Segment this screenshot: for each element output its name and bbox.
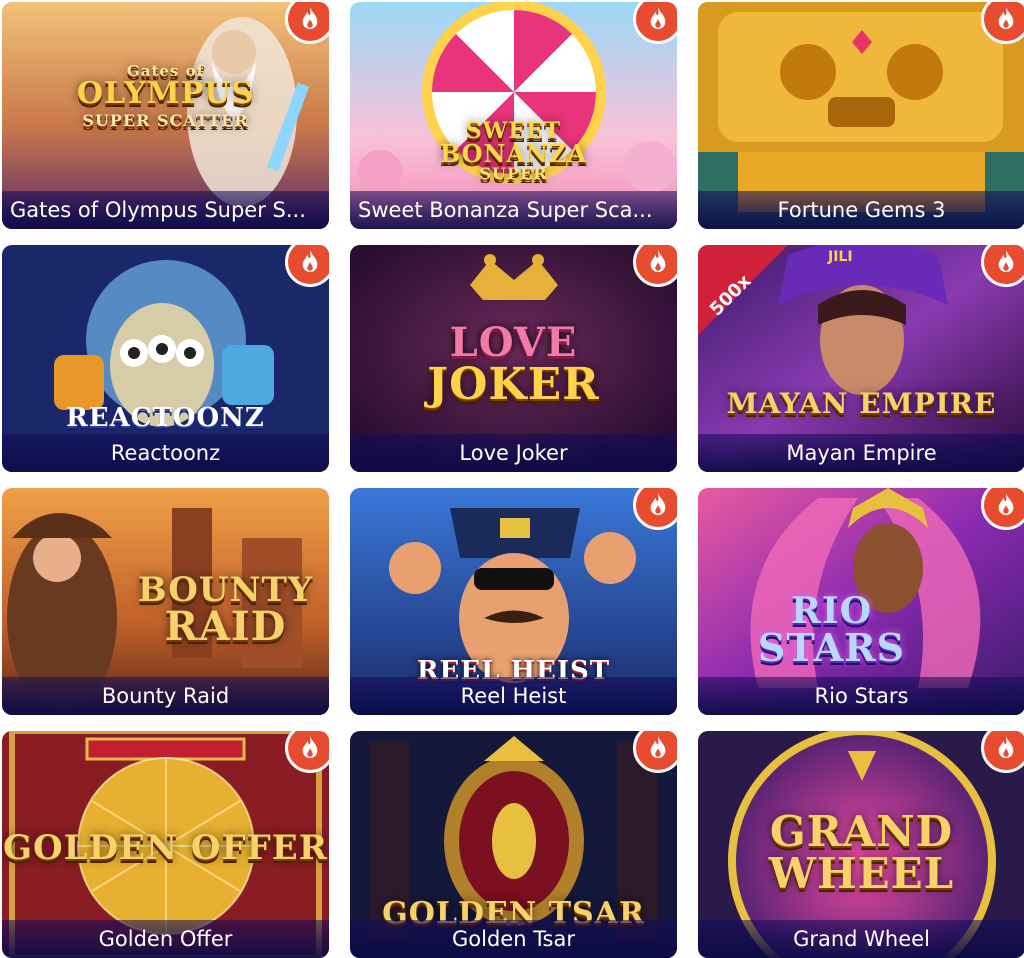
game-title: Grand Wheel <box>793 927 930 951</box>
game-tile-mayan-empire[interactable]: 500x JILI MAYAN EMPIRE Mayan Empire <box>698 245 1024 472</box>
flame-icon <box>650 250 666 273</box>
game-tile-bounty-raid[interactable]: BOUNTY RAID Bounty Raid <box>2 488 329 715</box>
game-title-bar: Bounty Raid <box>2 677 329 715</box>
game-tile-sweet-bonanza[interactable]: SWEET BONANZA SUPER Sweet Bonanza Super … <box>350 2 677 229</box>
flame-icon <box>998 250 1014 273</box>
game-tile-love-joker[interactable]: LOVE JOKER Love Joker <box>350 245 677 472</box>
game-title-bar: Reel Heist <box>350 677 677 715</box>
game-tile-golden-tsar[interactable]: GOLDEN TSAR Golden Tsar <box>350 731 677 958</box>
flame-icon <box>650 493 666 516</box>
game-title: Love Joker <box>459 441 568 465</box>
provider-label: JILI <box>828 249 853 265</box>
game-title-bar: Sweet Bonanza Super Sca... <box>350 191 677 229</box>
game-grid: Gates of OLYMPUS SUPER SCATTER Gates of … <box>0 0 1024 958</box>
game-title: Mayan Empire <box>786 441 937 465</box>
game-title: Fortune Gems 3 <box>777 198 946 222</box>
game-title: Reel Heist <box>460 684 567 708</box>
game-title: Rio Stars <box>814 684 909 708</box>
flame-icon <box>998 7 1014 30</box>
game-tile-gates-of-olympus[interactable]: Gates of OLYMPUS SUPER SCATTER Gates of … <box>2 2 329 229</box>
flame-icon <box>302 736 318 759</box>
game-title-bar: Golden Tsar <box>350 920 677 958</box>
game-title: Golden Offer <box>98 927 233 951</box>
game-logo: GOLDEN OFFER <box>3 828 328 868</box>
game-tile-reel-heist[interactable]: REEL HEIST Reel Heist <box>350 488 677 715</box>
game-title: Sweet Bonanza Super Sca... <box>358 198 653 222</box>
game-logo: GRAND WHEEL <box>768 807 955 898</box>
game-title: Reactoonz <box>110 441 221 465</box>
game-title-bar: Gates of Olympus Super S... <box>2 191 329 229</box>
flame-icon <box>650 7 666 30</box>
game-logo: SWEET BONANZA SUPER <box>439 118 588 183</box>
game-title-bar: Grand Wheel <box>698 920 1024 958</box>
game-title-bar: Rio Stars <box>698 677 1024 715</box>
game-title-bar: Mayan Empire <box>698 434 1024 472</box>
game-logo: MAYAN EMPIRE <box>726 387 997 420</box>
flame-icon <box>650 736 666 759</box>
flame-icon <box>998 736 1014 759</box>
game-title-bar: Fortune Gems 3 <box>698 191 1024 229</box>
game-title-bar: Golden Offer <box>2 920 329 958</box>
game-tile-golden-offer[interactable]: GOLDEN OFFER Golden Offer <box>2 731 329 958</box>
game-tile-rio-stars[interactable]: RIO STARS Rio Stars <box>698 488 1024 715</box>
flame-icon <box>302 7 318 30</box>
game-tile-grand-wheel[interactable]: GRAND WHEEL Grand Wheel <box>698 731 1024 958</box>
game-logo: REACTOONZ <box>66 403 265 433</box>
flame-icon <box>998 493 1014 516</box>
flame-icon <box>302 250 318 273</box>
game-logo: BOUNTY RAID <box>137 570 314 650</box>
game-title: Bounty Raid <box>101 684 230 708</box>
game-title-bar: Reactoonz <box>2 434 329 472</box>
game-title: Golden Tsar <box>452 927 575 951</box>
game-tile-reactoonz[interactable]: REACTOONZ Reactoonz <box>2 245 329 472</box>
game-logo: RIO STARS <box>757 590 906 670</box>
game-logo: LOVE JOKER <box>427 319 600 410</box>
game-tile-fortune-gems-3[interactable]: Fortune Gems 3 <box>698 2 1024 229</box>
game-title-bar: Love Joker <box>350 434 677 472</box>
game-logo: Gates of OLYMPUS SUPER SCATTER <box>76 62 255 130</box>
game-title: Gates of Olympus Super S... <box>10 198 306 222</box>
